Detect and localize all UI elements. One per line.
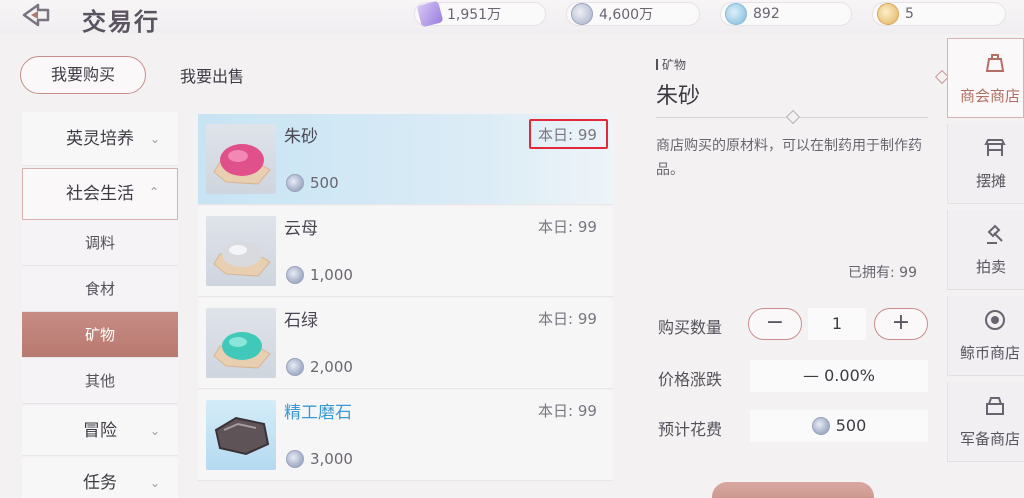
quantity-label: 购买数量	[658, 318, 723, 337]
item-price: 1,000	[286, 266, 353, 284]
category-label: 社会生活	[66, 184, 134, 204]
silver-coin-icon	[286, 358, 304, 376]
silver-coin-icon	[286, 174, 304, 192]
purchase-button[interactable]	[712, 482, 874, 498]
top-bar: 交易行 1,951万 4,600万 892 5	[0, 0, 1024, 36]
item-thumbnail	[206, 124, 276, 194]
shop-tab-auction[interactable]: 拍卖	[947, 210, 1024, 290]
item-thumbnail	[206, 216, 276, 286]
item-name: 云母	[284, 219, 318, 239]
tab-buy[interactable]: 我要购买	[20, 56, 146, 94]
price-value: 2,000	[310, 358, 353, 376]
chevron-down-icon: ⌄	[149, 424, 160, 438]
daily-limit: 本日: 99	[538, 218, 597, 236]
silver-coin-icon	[571, 3, 593, 25]
whale-coin-shop-icon	[985, 310, 1005, 330]
shop-tab-stall[interactable]: 摆摊	[947, 124, 1024, 204]
shop-tab-label: 拍卖	[976, 258, 1007, 276]
silver-coin-icon	[286, 450, 304, 468]
chevron-down-icon: ⌄	[149, 476, 160, 490]
category-label: 英灵培养	[66, 129, 134, 149]
highlight-box	[529, 119, 608, 149]
increase-button[interactable]: +	[874, 308, 928, 340]
silver-coin-icon	[811, 417, 830, 435]
currency-value: 5	[905, 6, 914, 22]
subcategory-minerals[interactable]: 矿物	[22, 312, 178, 358]
shop-tab-label: 摆摊	[976, 172, 1007, 190]
item-name: 精工磨石	[284, 403, 352, 423]
estimated-cost-label: 预计花费	[658, 420, 723, 439]
currency-value: 1,951万	[447, 7, 502, 23]
item-price: 2,000	[286, 358, 353, 376]
back-icon[interactable]	[20, 2, 54, 28]
currency-ticket: 1,951万	[414, 0, 546, 28]
silver-coin-icon	[286, 266, 304, 284]
currency-gold: 5	[872, 2, 1006, 26]
item-thumbnail	[206, 400, 276, 470]
merchant-guild-icon	[985, 54, 1005, 72]
currency-silver: 4,600万	[566, 2, 700, 26]
category-social-life[interactable]: 社会生活 ⌃ ▲	[22, 168, 178, 237]
item-price: 3,000	[286, 450, 353, 468]
currency-value: 892	[753, 6, 780, 22]
chevron-down-icon: ⌄	[149, 132, 160, 146]
detail-category: 矿物	[656, 56, 686, 73]
subcategory-ingredients[interactable]: 食材	[22, 266, 178, 312]
item-name: 石绿	[284, 311, 318, 331]
shop-tab-armory[interactable]: 军备商店	[947, 382, 1024, 462]
page-title: 交易行	[82, 7, 160, 36]
item-row[interactable]: 朱砂 本日: 99 500	[198, 114, 613, 205]
whale-coin-icon	[725, 3, 747, 25]
price-change-label: 价格涨跌	[658, 370, 723, 389]
quantity-input[interactable]: 1	[808, 308, 866, 340]
category-quest[interactable]: 任务 ⌄	[22, 458, 178, 498]
price-value: 1,000	[310, 266, 353, 284]
detail-item-name: 朱砂	[656, 84, 701, 109]
stall-icon	[984, 139, 1006, 156]
subcategory-other[interactable]: 其他	[22, 358, 178, 404]
currency-value: 4,600万	[599, 7, 654, 23]
estimated-cost: 500	[750, 410, 928, 442]
category-label: 任务	[83, 473, 117, 493]
currency-whale: 892	[720, 2, 852, 26]
price-value: 3,000	[310, 450, 353, 468]
shop-tab-label: 商会商店	[960, 87, 1021, 105]
item-row[interactable]: 石绿 本日: 99 2,000	[198, 298, 613, 389]
chevron-up-icon: ⌃	[148, 185, 159, 199]
shop-tab-merchant[interactable]: 商会商店	[947, 38, 1024, 118]
divider-ornament-icon	[785, 109, 801, 125]
category-label: 冒险	[83, 421, 117, 441]
category-hero-training[interactable]: 英灵培养 ⌄	[22, 112, 178, 166]
ticket-icon	[416, 0, 444, 28]
item-price: 500	[286, 174, 339, 192]
auction-hammer-icon	[987, 224, 1003, 244]
item-row[interactable]: 精工磨石 本日: 99 3,000	[198, 390, 613, 481]
subcategory-seasoning[interactable]: 调料	[22, 220, 178, 266]
armory-shop-icon	[986, 397, 1004, 415]
item-row[interactable]: 云母 本日: 99 1,000	[198, 206, 613, 297]
tab-sell[interactable]: 我要出售	[180, 63, 244, 87]
item-name: 朱砂	[284, 127, 318, 147]
price-change-value: — 0.00%	[750, 360, 928, 392]
daily-limit: 本日: 99	[538, 402, 597, 420]
decrease-button[interactable]: −	[748, 308, 802, 340]
shop-tab-label: 鲸币商店	[960, 344, 1021, 362]
daily-limit: 本日: 99	[538, 310, 597, 328]
item-thumbnail	[206, 308, 276, 378]
category-adventure[interactable]: 冒险 ⌄	[22, 406, 178, 456]
cost-value: 500	[835, 416, 867, 435]
item-description: 商店购买的原材料，可以在制药用于制作药品。	[656, 138, 922, 178]
price-value: 500	[310, 174, 339, 192]
shop-tab-label: 军备商店	[960, 430, 1021, 448]
shop-tab-whale-coin[interactable]: 鲸币商店	[947, 296, 1024, 376]
gold-coin-icon	[877, 3, 899, 25]
owned-count: 已拥有: 99	[848, 265, 917, 281]
